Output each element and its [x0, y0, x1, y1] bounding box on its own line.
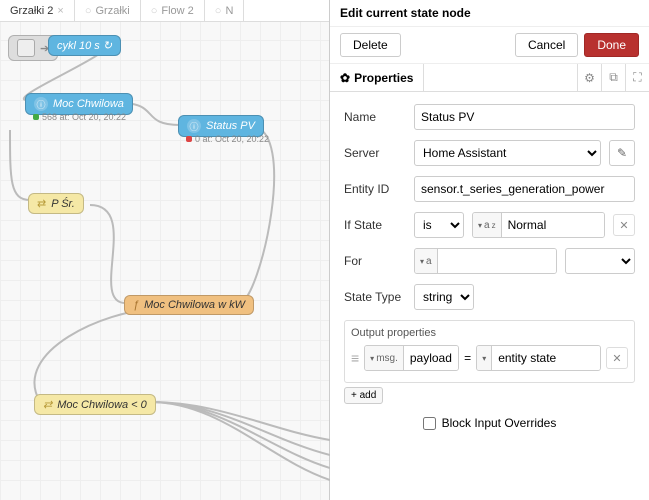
pencil-icon: ✎ — [617, 146, 627, 160]
moc-kw-node[interactable]: ƒ Moc Chwilowa w kW — [124, 295, 254, 315]
drag-handle-icon[interactable]: ≡ — [351, 350, 359, 366]
ifstate-label: If State — [344, 218, 406, 232]
properties-tab[interactable]: ✿ Properties — [330, 64, 424, 91]
remove-output-button[interactable]: ✕ — [606, 347, 628, 369]
done-button[interactable]: Done — [584, 33, 639, 57]
properties-form: Name Server Home Assistant ✎ Entity ID I… — [330, 92, 649, 500]
tab-grzalki-2[interactable]: Grzałki 2× — [0, 0, 75, 21]
settings-icon[interactable]: ⚙ — [577, 64, 601, 91]
gear-icon: ✿ — [340, 71, 350, 85]
string-type-icon: z — [492, 221, 496, 230]
expand-icon[interactable]: ⛶ — [625, 64, 649, 91]
delete-button[interactable]: Delete — [340, 33, 401, 57]
info-icon: ⓘ — [34, 97, 48, 111]
output-value-input[interactable]: ▾ — [476, 345, 601, 371]
node-status: 0 at: Oct 20, 20:22 — [186, 134, 269, 144]
copy-icon[interactable]: ⧉ — [601, 64, 625, 91]
output-properties: Output properties ≡ ▾msg. = ▾ ✕ — [344, 320, 635, 383]
status-dot-red — [186, 136, 192, 142]
name-label: Name — [344, 110, 406, 124]
node-status: 568 at: Oct 20, 20:22 — [33, 112, 126, 122]
output-title: Output properties — [351, 327, 628, 339]
block-overrides-label: Block Input Overrides — [442, 416, 557, 430]
equals-sign: = — [464, 351, 471, 365]
statetype-label: State Type — [344, 290, 406, 304]
p-sr-node[interactable]: ⇄ P Śr. — [28, 193, 84, 214]
server-select[interactable]: Home Assistant — [414, 140, 601, 166]
ifstate-op-select[interactable]: is — [414, 212, 464, 238]
server-label: Server — [344, 146, 406, 160]
inject-button[interactable] — [17, 39, 35, 57]
for-label: For — [344, 254, 406, 268]
flow-tabs: Grzałki 2× ○Grzałki ○Flow 2 ○N — [0, 0, 329, 22]
add-output-button[interactable]: + add — [344, 387, 383, 404]
for-value-input[interactable]: ▾a — [414, 248, 557, 274]
entity-input[interactable] — [414, 176, 635, 202]
status-dot-green — [33, 114, 39, 120]
string-type-icon: a — [426, 256, 432, 267]
cykl-node[interactable]: cykl 10 s ↻ — [48, 35, 121, 56]
tab-flow-2[interactable]: ○Flow 2 — [141, 0, 205, 21]
entity-label: Entity ID — [344, 182, 406, 196]
edit-panel: Edit current state node Delete Cancel Do… — [329, 0, 649, 500]
info-icon: ⓘ — [187, 119, 201, 133]
clear-ifstate-button[interactable]: ✕ — [613, 214, 635, 236]
string-type-icon: a — [484, 220, 490, 231]
tab-n[interactable]: ○N — [205, 0, 245, 21]
tab-grzalki[interactable]: ○Grzałki — [75, 0, 141, 21]
for-unit-select[interactable] — [565, 248, 635, 274]
moc-lt0-node[interactable]: ⇄ Moc Chwilowa < 0 — [34, 394, 156, 415]
switch-icon: ⇄ — [37, 197, 46, 210]
panel-title: Edit current state node — [330, 0, 649, 27]
block-overrides-checkbox[interactable] — [423, 417, 436, 430]
output-msg-input[interactable]: ▾msg. — [364, 345, 459, 371]
ifstate-value-input[interactable]: ▾az — [472, 212, 605, 238]
switch-icon: ⇄ — [43, 398, 52, 411]
flow-canvas[interactable]: Grzałki 2× ○Grzałki ○Flow 2 ○N ➔ cykl 10… — [0, 0, 329, 500]
function-icon: ƒ — [133, 299, 139, 311]
close-icon[interactable]: × — [57, 5, 63, 17]
name-input[interactable] — [414, 104, 635, 130]
cancel-button[interactable]: Cancel — [515, 33, 578, 57]
statetype-select[interactable]: string — [414, 284, 474, 310]
edit-server-button[interactable]: ✎ — [609, 140, 635, 166]
